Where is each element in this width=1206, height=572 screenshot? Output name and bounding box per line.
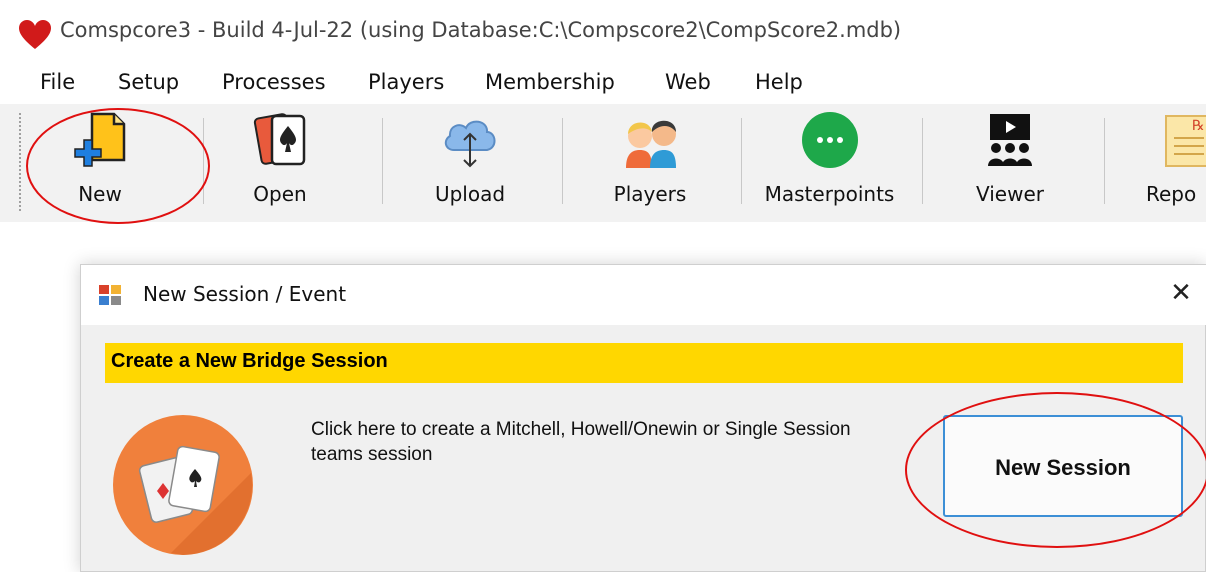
toolbar-report-label: Repo [1146,182,1197,206]
toolbar-separator [741,118,742,204]
toolbar-report-button[interactable]: ℞ Repo [1146,104,1206,222]
menu-bar: File Setup Processes Players Membership … [0,64,1206,104]
menu-processes[interactable]: Processes [222,70,326,94]
title-bar: Comspcore3 - Build 4-Jul-22 (using Datab… [0,0,1206,64]
toolbar-open-button[interactable]: Open [235,104,325,222]
toolbar-separator [562,118,563,204]
toolbar-separator [1104,118,1105,204]
toolbar-masterpoints-button[interactable]: Masterpoints [752,104,907,222]
menu-players[interactable]: Players [368,70,444,94]
new-session-button-label: New Session [995,455,1131,480]
viewer-audience-icon [988,114,1032,166]
bridge-cards-icon [113,415,253,555]
cloud-upload-icon [444,120,496,168]
toolbar-masterpoints-label: Masterpoints [764,182,895,206]
toolbar-new-label: New [78,182,122,206]
svg-text:℞: ℞ [1192,118,1205,134]
toolbar-viewer-label: Viewer [976,182,1044,206]
toolbar-grip[interactable] [18,112,22,212]
window-app-icon [99,285,121,305]
toolbar-open-label: Open [253,182,307,206]
menu-web[interactable]: Web [665,70,711,94]
toolbar-upload-button[interactable]: Upload [420,104,520,222]
new-document-icon [74,112,126,167]
menu-setup[interactable]: Setup [118,70,179,94]
menu-file[interactable]: File [40,70,75,94]
toolbar-separator [922,118,923,204]
toolbar-players-button[interactable]: Players [600,104,700,222]
report-icon: ℞ [1165,115,1206,167]
toolbar-players-label: Players [613,182,687,206]
close-icon[interactable]: ✕ [1167,279,1195,307]
dialog-title-bar: New Session / Event ✕ [81,265,1206,325]
players-icon [626,120,676,168]
playing-card-icon [253,113,306,166]
menu-membership[interactable]: Membership [485,70,615,94]
toolbar-separator [203,118,204,204]
toolbar-upload-label: Upload [434,182,506,206]
session-description: Click here to create a Mitchell, Howell/… [311,419,851,465]
new-session-dialog: New Session / Event ✕ Create a New Bridg… [80,264,1206,572]
toolbar-separator [382,118,383,204]
section-banner: Create a New Bridge Session [105,343,1183,383]
toolbar-new-button[interactable]: New [50,104,150,222]
window-title: Comspcore3 - Build 4-Jul-22 (using Datab… [60,18,902,42]
banner-heading: Create a New Bridge Session [111,350,388,372]
dialog-title: New Session / Event [143,282,347,306]
ellipsis-circle-icon [801,112,858,168]
new-session-button[interactable]: New Session [943,415,1183,517]
menu-help[interactable]: Help [755,70,803,94]
heart-icon [19,20,51,49]
toolbar-viewer-button[interactable]: Viewer [960,104,1060,222]
